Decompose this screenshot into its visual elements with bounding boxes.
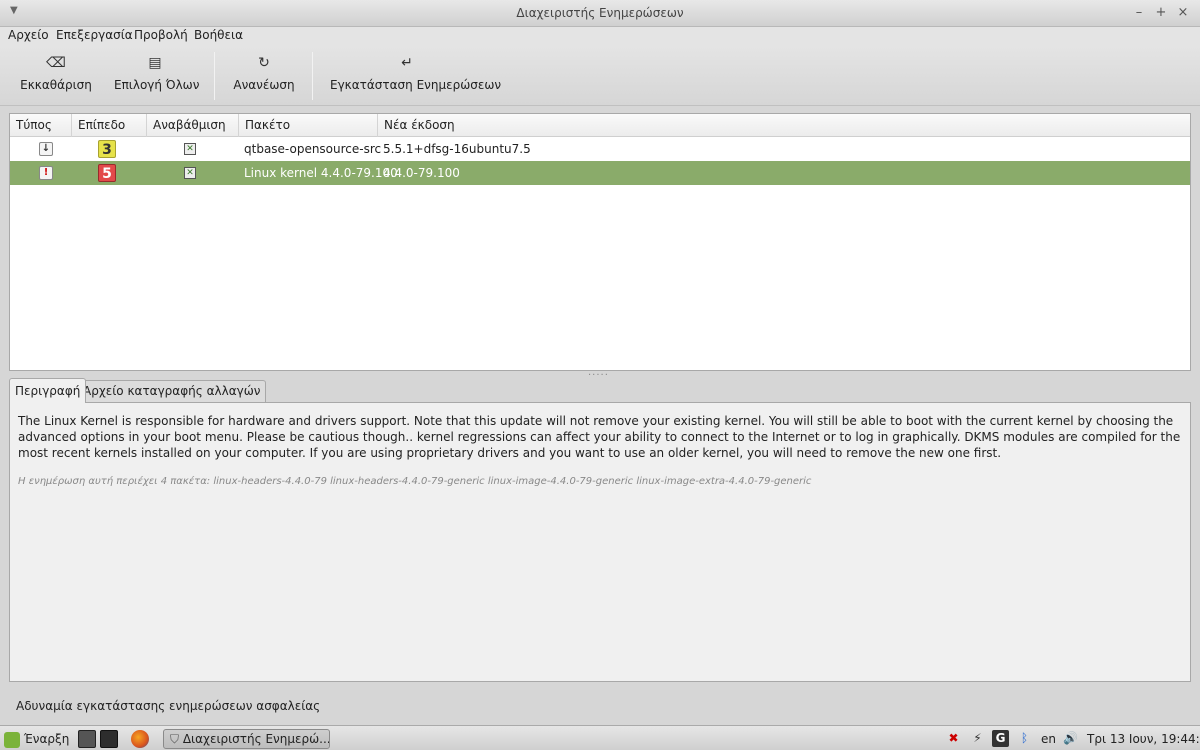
toolbar: ⌫ Εκκαθάριση ▤ Επιλογή Όλων ↻ Ανανέωση ↵… [0,46,1200,106]
install-updates-label: Εγκατάσταση Ενημερώσεων [330,78,502,92]
clock[interactable]: Τρι 13 Ιουν, 19:44:44 [1087,729,1200,749]
level-badge: 3 [98,140,116,158]
updates-table: Τύπος Επίπεδο Αναβάθμιση Πακέτο Νέα έκδο… [9,113,1191,371]
mint-logo-icon [4,731,20,748]
table-row[interactable]: ! 5 ✕ Linux kernel 4.4.0-79.100 4.4.0-79… [10,161,1190,185]
close-button[interactable]: × [1174,4,1192,22]
tab-changelog[interactable]: Αρχείο καταγραφής αλλαγών [77,380,267,402]
taskbar-window-label: Διαχειριστής Ενημερώ... [182,732,330,746]
network-icon[interactable]: ⚡ [969,730,986,747]
description-text: The Linux Kernel is responsible for hard… [18,414,1181,460]
tab-description[interactable]: Περιγραφή [9,378,87,403]
firefox-icon[interactable] [131,730,149,748]
install-updates-button[interactable]: ↵ Εγκατάσταση Ενημερώσεων [330,52,502,100]
column-level[interactable]: Επίπεδο [72,114,147,137]
document-icon: ▤ [148,55,162,71]
package-name: qtbase-opensource-src [244,142,382,156]
toolbar-separator [312,52,313,100]
title-bar: ▼ Διαχειριστής Ενημερώσεων – + × [0,0,1200,27]
column-new-version[interactable]: Νέα έκδοση [378,114,1190,137]
table-row[interactable]: ↓ 3 ✕ qtbase-opensource-src 5.5.1+dfsg-1… [10,137,1190,161]
g-app-icon[interactable]: G [992,730,1009,747]
menu-view[interactable]: Προβολή [134,28,188,42]
clear-button[interactable]: ⌫ Εκκαθάριση [20,52,92,100]
level-badge: 5 [98,164,116,182]
clear-label: Εκκαθάριση [20,78,92,92]
keyboard-layout[interactable]: en [1041,729,1056,749]
select-all-label: Επιλογή Όλων [114,78,200,92]
menu-file[interactable]: Αρχείο [8,28,49,42]
update-shield-error-icon[interactable]: ✖ [945,730,962,747]
apply-arrow-icon: ↵ [401,55,413,71]
column-package[interactable]: Πακέτο [239,114,378,137]
package-version: 4.4.0-79.100 [383,166,460,180]
bluetooth-icon[interactable]: ᛒ [1016,730,1033,747]
refresh-icon: ↻ [258,55,270,71]
menu-bar: Αρχείο Επεξεργασία Προβολή Βοήθεια [0,27,1200,46]
toolbar-separator [214,52,215,100]
taskbar: Έναρξη ⛉ Διαχειριστής Ενημερώ... ✖ ⚡ G ᛒ… [0,725,1200,750]
package-list-text: Η ενημέρωση αυτή περιέχει 4 πακέτα: linu… [18,476,812,487]
taskbar-window-update-manager[interactable]: ⛉ Διαχειριστής Ενημερώ... [163,729,330,749]
start-label: Έναρξη [23,732,70,746]
description-panel: The Linux Kernel is responsible for hard… [9,402,1191,682]
column-type[interactable]: Τύπος [10,114,72,137]
refresh-label: Ανανέωση [233,78,295,92]
package-name: Linux kernel 4.4.0-79.100 [244,166,398,180]
package-update-icon: ↓ [39,142,53,156]
upgrade-checkbox[interactable]: ✕ [184,143,196,155]
volume-icon[interactable]: 🔊 [1062,730,1079,747]
clear-icon: ⌫ [46,55,66,71]
upgrade-checkbox[interactable]: ✕ [184,167,196,179]
package-version: 5.5.1+dfsg-16ubuntu7.5 [383,142,531,156]
window-title: Διαχειριστής Ενημερώσεων [516,6,684,20]
terminal-icon[interactable] [100,730,118,748]
maximize-button[interactable]: + [1152,4,1170,22]
column-upgrade[interactable]: Αναβάθμιση [147,114,239,137]
select-all-button[interactable]: ▤ Επιλογή Όλων [114,52,200,100]
menu-help[interactable]: Βοήθεια [194,28,243,42]
show-desktop-icon[interactable] [78,730,96,748]
menu-edit[interactable]: Επεξεργασία [56,28,133,42]
pane-resize-handle[interactable]: ····· [588,370,609,381]
shield-icon: ⛉ [170,732,180,746]
minimize-button[interactable]: – [1130,4,1148,22]
table-header: Τύπος Επίπεδο Αναβάθμιση Πακέτο Νέα έκδο… [10,114,1190,137]
kernel-warning-icon: ! [39,166,53,180]
status-message: Αδυναμία εγκατάστασης ενημερώσεων ασφαλε… [16,699,321,713]
start-menu-button[interactable]: Έναρξη [4,729,69,749]
refresh-button[interactable]: ↻ Ανανέωση [232,52,296,100]
